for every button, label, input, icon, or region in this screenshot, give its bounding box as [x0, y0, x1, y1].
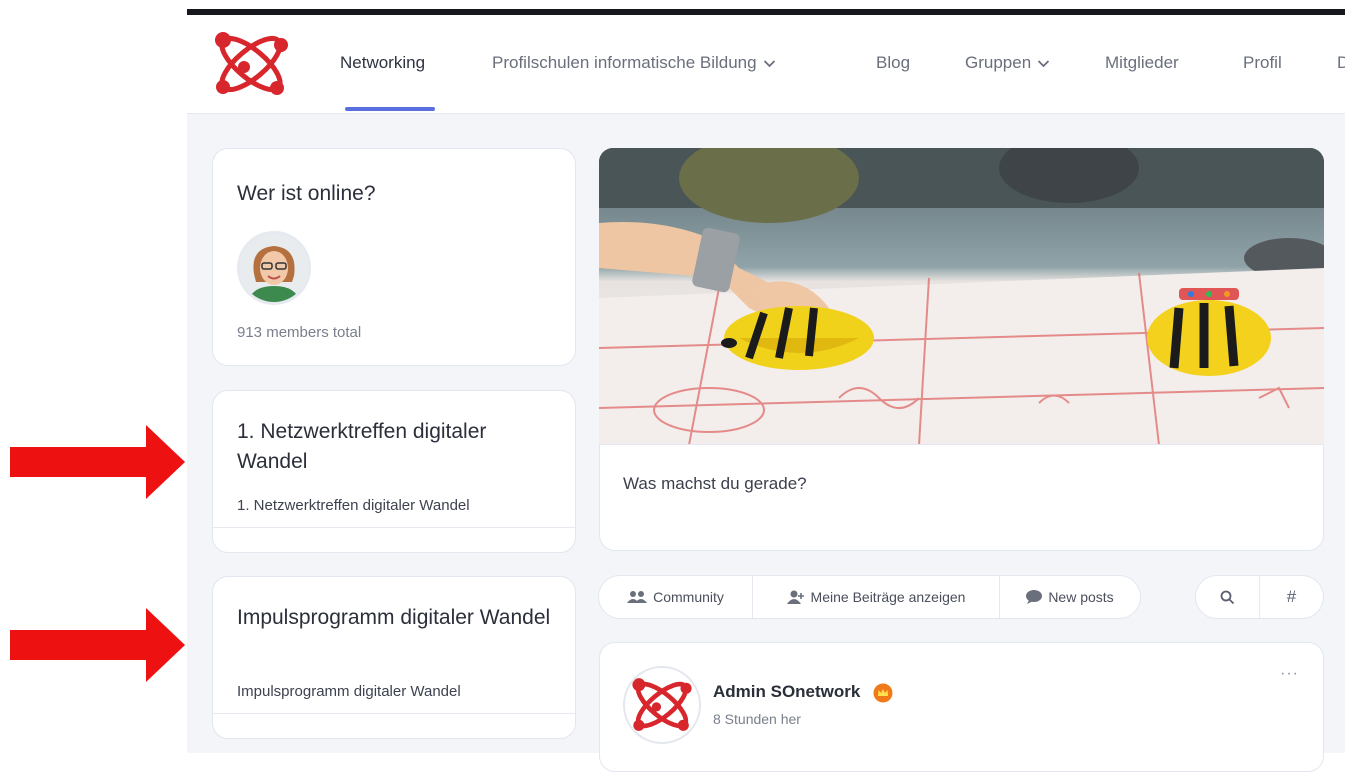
tab-my-posts[interactable]: Meine Beiträge anzeigen [753, 576, 1000, 618]
nav-profilschulen[interactable]: Profilschulen informatische Bildung [492, 53, 776, 73]
tab-my-posts-label: Meine Beiträge anzeigen [810, 589, 966, 605]
group-title[interactable]: 1. Netzwerktreffen digitaler Wandel [237, 417, 557, 477]
chevron-down-icon [763, 60, 775, 68]
annotation-arrow-right [10, 608, 185, 682]
group-title[interactable]: Impulsprogramm digitaler Wandel [237, 603, 557, 633]
hashtag-icon: # [1286, 587, 1297, 606]
composer-placeholder[interactable]: Was machst du gerade? [623, 474, 807, 494]
post-author-name[interactable]: Admin SOnetwork [713, 682, 860, 702]
active-tab-indicator [345, 107, 435, 111]
nav-networking[interactable]: Networking [340, 53, 425, 73]
post-composer[interactable]: Was machst du gerade? [599, 444, 1324, 551]
nav-blog[interactable]: Blog [876, 53, 910, 73]
tab-community-label: Community [653, 589, 724, 605]
search-button[interactable] [1196, 576, 1260, 618]
member-photo [240, 234, 308, 302]
group-subtitle: 1. Netzwerktreffen digitaler Wandel [237, 497, 470, 514]
post-timestamp: 8 Stunden her [713, 711, 801, 727]
hashtag-button[interactable]: # [1260, 576, 1323, 618]
crown-badge-icon [873, 683, 893, 703]
who-online-card: Wer ist online? 913 members total [212, 148, 576, 366]
divider [213, 713, 575, 714]
site-logo[interactable] [211, 26, 291, 102]
group-card-netzwerktreffen[interactable]: 1. Netzwerktreffen digitaler Wandel 1. N… [212, 390, 576, 553]
nav-profil[interactable]: Profil [1243, 53, 1282, 73]
group-subtitle: Impulsprogramm digitaler Wandel [237, 683, 461, 700]
user-plus-icon [786, 590, 804, 604]
feed-filter-tabs: Community Meine Beiträge anzeigen New po… [598, 575, 1141, 619]
main-navigation: Networking Profilschulen informatische B… [187, 15, 1345, 114]
tab-new-posts-label: New posts [1048, 589, 1114, 605]
cover-image [599, 148, 1324, 445]
nav-mitglieder[interactable]: Mitglieder [1105, 53, 1179, 73]
tab-community[interactable]: Community [599, 576, 753, 618]
members-total: 913 members total [237, 324, 362, 341]
post-more-options[interactable]: ··· [1280, 665, 1299, 683]
chevron-down-icon [1038, 60, 1050, 68]
robot-bees-photo [599, 148, 1324, 445]
author-avatar[interactable] [623, 666, 701, 744]
feed-tools: # [1195, 575, 1324, 619]
divider [213, 527, 575, 528]
nav-profilschulen-label: Profilschulen informatische Bildung [492, 53, 757, 72]
group-card-impulsprogramm[interactable]: Impulsprogramm digitaler Wandel Impulspr… [212, 576, 576, 739]
who-online-title: Wer ist online? [237, 182, 376, 205]
online-member-avatar[interactable] [237, 231, 311, 305]
users-icon [627, 591, 648, 603]
nav-more-truncated[interactable]: D [1337, 53, 1345, 73]
annotation-arrow-right [10, 425, 185, 499]
site-logo-avatar [632, 678, 692, 731]
nav-gruppen[interactable]: Gruppen [965, 53, 1050, 73]
tab-new-posts[interactable]: New posts [1000, 576, 1140, 618]
search-icon [1220, 590, 1235, 604]
nav-gruppen-label: Gruppen [965, 53, 1032, 72]
chat-bubble-icon [1026, 590, 1043, 604]
